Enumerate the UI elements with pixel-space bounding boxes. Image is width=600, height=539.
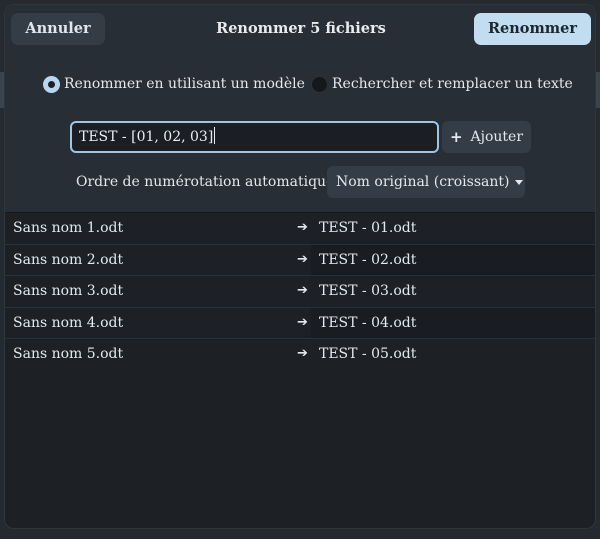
list-item[interactable]: Sans nom 3.odt ➔ TEST - 03.odt <box>5 276 595 308</box>
list-item[interactable]: Sans nom 5.odt ➔ TEST - 05.odt <box>5 339 595 371</box>
radio-option-template-label: Renommer en utilisant un modèle <box>64 76 305 92</box>
list-item[interactable]: Sans nom 2.odt ➔ TEST - 02.odt <box>5 244 595 276</box>
list-item[interactable]: Sans nom 1.odt ➔ TEST - 01.odt <box>5 213 595 245</box>
rename-dialog: Annuler Renommer 5 fichiers Renommer Ren… <box>4 4 596 529</box>
original-filename: Sans nom 5.odt <box>13 346 124 362</box>
numbering-order-value: Nom original (croissant) <box>336 174 510 190</box>
cancel-button[interactable]: Annuler <box>11 13 105 45</box>
arrow-right-icon: ➔ <box>297 283 308 298</box>
radio-checked-icon[interactable] <box>43 75 60 93</box>
original-filename: Sans nom 2.odt <box>13 251 124 268</box>
arrow-right-icon: ➔ <box>297 220 308 235</box>
new-filename: TEST - 02.odt <box>311 244 595 275</box>
arrow-right-icon: ➔ <box>297 314 308 330</box>
original-filename: Sans nom 4.odt <box>13 314 124 331</box>
pattern-input[interactable]: TEST - [01, 02, 03] <box>70 121 439 153</box>
arrow-right-icon: ➔ <box>297 346 308 361</box>
radio-option-template[interactable]: Renommer en utilisant un modèle <box>43 73 305 95</box>
chevron-down-icon <box>515 179 524 185</box>
new-filename: TEST - 01.odt <box>319 220 417 236</box>
pattern-input-value: TEST - [01, 02, 03] <box>79 129 214 145</box>
dialog-title: Renommer 5 fichiers <box>216 20 386 37</box>
radio-unchecked-icon[interactable] <box>311 75 328 93</box>
numbering-order-label: Ordre de numérotation automatique <box>76 174 335 190</box>
add-button[interactable]: + Ajouter <box>442 121 531 153</box>
list-item[interactable]: Sans nom 4.odt ➔ TEST - 04.odt <box>5 307 595 339</box>
arrow-right-icon: ➔ <box>297 251 308 267</box>
radio-option-search-replace-label: Rechercher et remplacer un texte <box>332 76 573 92</box>
add-button-label: Ajouter <box>470 129 524 145</box>
new-filename: TEST - 04.odt <box>311 307 595 338</box>
new-filename: TEST - 05.odt <box>319 346 417 362</box>
radio-option-search-replace[interactable]: Rechercher et remplacer un texte <box>311 73 573 95</box>
rename-preview-list: Sans nom 1.odt ➔ TEST - 01.odt Sans nom … <box>5 213 595 371</box>
numbering-order-dropdown[interactable]: Nom original (croissant) <box>327 166 525 198</box>
dialog-header: Annuler Renommer 5 fichiers Renommer <box>5 5 595 51</box>
rename-button[interactable]: Renommer <box>474 13 591 45</box>
plus-icon: + <box>449 128 463 146</box>
original-filename: Sans nom 1.odt <box>13 220 124 236</box>
original-filename: Sans nom 3.odt <box>13 283 124 299</box>
text-caret <box>214 127 216 144</box>
new-filename: TEST - 03.odt <box>319 283 417 299</box>
